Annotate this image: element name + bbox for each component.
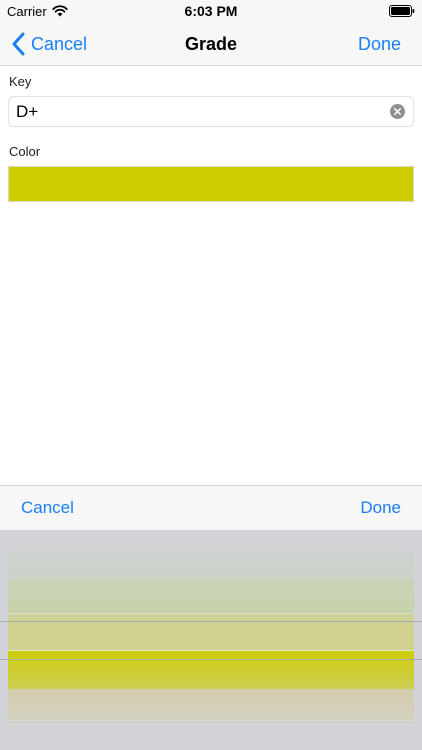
picker-row[interactable] bbox=[8, 578, 414, 614]
key-input[interactable] bbox=[16, 97, 386, 126]
picker-row-selected[interactable] bbox=[8, 651, 414, 689]
picker-toolbar: Cancel Done bbox=[0, 485, 422, 530]
navigation-bar: Cancel Grade Done bbox=[0, 22, 422, 66]
picker-row[interactable] bbox=[8, 614, 414, 651]
done-button[interactable]: Done bbox=[358, 22, 401, 66]
chevron-left-icon bbox=[12, 32, 25, 56]
cancel-back-label: Cancel bbox=[31, 33, 88, 54]
selection-indicator-top bbox=[0, 621, 422, 622]
key-label: Key bbox=[9, 74, 32, 89]
color-picker-wheel[interactable] bbox=[0, 530, 422, 750]
status-bar: Carrier 6:03 PM bbox=[0, 0, 422, 22]
cancel-back-button[interactable]: Cancel bbox=[10, 22, 87, 66]
key-field bbox=[8, 96, 414, 127]
color-swatch[interactable] bbox=[8, 166, 414, 202]
picker-cancel-button[interactable]: Cancel bbox=[21, 486, 74, 530]
picker-row[interactable] bbox=[8, 725, 414, 728]
selection-indicator-bottom bbox=[0, 659, 422, 660]
picker-done-button[interactable]: Done bbox=[360, 486, 401, 530]
clock: 6:03 PM bbox=[184, 3, 238, 19]
battery-icon bbox=[389, 5, 415, 17]
picker-wheel-rows[interactable] bbox=[8, 548, 414, 728]
clear-text-icon[interactable] bbox=[390, 104, 405, 119]
color-label: Color bbox=[9, 144, 41, 159]
picker-row[interactable] bbox=[8, 548, 414, 578]
picker-row[interactable] bbox=[8, 689, 414, 721]
